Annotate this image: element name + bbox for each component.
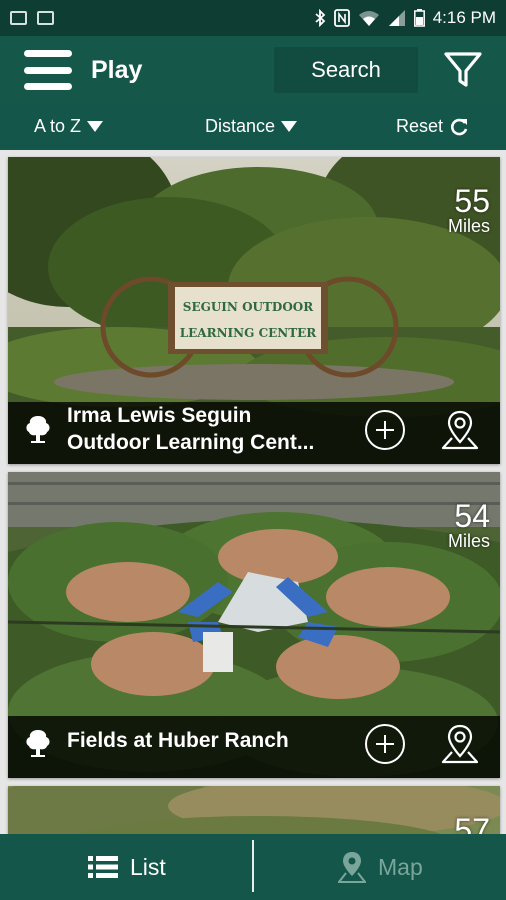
- distance-badge: 57: [454, 814, 490, 834]
- place-photo: [8, 786, 500, 834]
- caret-down-icon: [281, 121, 298, 132]
- signal-icon: [388, 10, 405, 26]
- distance-badge: 55 Miles: [448, 185, 490, 235]
- place-name-line1: Irma Lewis Seguin: [67, 404, 252, 427]
- app-bar: Play Search: [0, 36, 506, 104]
- sort-distance-dropdown[interactable]: Distance: [205, 116, 298, 137]
- sort-distance-label: Distance: [205, 116, 276, 136]
- map-pin-button[interactable]: [440, 722, 480, 766]
- map-pin-button[interactable]: [440, 408, 480, 452]
- place-card[interactable]: 57: [8, 786, 500, 834]
- bottom-nav: List Map: [0, 834, 506, 900]
- menu-icon-line: [24, 66, 72, 74]
- place-card[interactable]: 54 Miles Fields at Huber Ranch: [8, 472, 500, 778]
- place-list[interactable]: SEGUIN OUTDOOR LEARNING CENTER 55 Miles …: [0, 150, 506, 834]
- distance-value: 57: [454, 812, 490, 834]
- distance-unit: Miles: [447, 216, 490, 236]
- reset-label: Reset: [396, 116, 444, 136]
- tree-icon: [26, 730, 50, 757]
- place-name-line2: Outdoor Learning Cent...: [67, 431, 315, 454]
- app-notification-icon: [37, 11, 54, 25]
- distance-unit: Miles: [447, 531, 490, 551]
- menu-button[interactable]: [24, 50, 72, 90]
- sign-line-1: SEGUIN OUTDOOR: [183, 300, 314, 314]
- search-button[interactable]: Search: [274, 47, 418, 93]
- status-time: 4:16 PM: [432, 8, 496, 27]
- status-bar: 4:16 PM: [0, 0, 506, 36]
- bluetooth-icon: [315, 9, 326, 27]
- sort-bar: A to Z Distance Reset: [0, 104, 506, 150]
- tab-divider: [252, 840, 254, 892]
- add-button[interactable]: [365, 724, 405, 764]
- refresh-icon: [451, 118, 468, 135]
- battery-icon: [413, 9, 425, 27]
- page-title: Play: [91, 56, 143, 84]
- gallery-notification-icon: [10, 11, 27, 25]
- filter-icon: [444, 52, 482, 87]
- place-name: Irma Lewis Seguin Outdoor Learning Cent.…: [67, 402, 314, 456]
- list-icon: [88, 856, 118, 878]
- distance-value: 54: [454, 498, 490, 534]
- place-name: Fields at Huber Ranch: [67, 729, 289, 752]
- tab-map-label: Map: [378, 853, 423, 880]
- nfc-icon: [333, 9, 350, 27]
- tab-list[interactable]: List: [88, 834, 166, 900]
- filter-button[interactable]: [443, 50, 483, 90]
- place-card[interactable]: SEGUIN OUTDOOR LEARNING CENTER 55 Miles …: [8, 157, 500, 464]
- caret-down-icon: [87, 121, 104, 132]
- add-button[interactable]: [365, 410, 405, 450]
- sort-alpha-dropdown[interactable]: A to Z: [34, 116, 104, 137]
- reset-button[interactable]: Reset: [396, 116, 469, 137]
- distance-badge: 54 Miles: [448, 500, 490, 550]
- wifi-icon: [358, 11, 379, 26]
- tab-list-label: List: [130, 853, 166, 880]
- distance-value: 55: [454, 183, 490, 219]
- tab-map[interactable]: Map: [338, 834, 423, 900]
- sign-line-2: LEARNING CENTER: [180, 326, 318, 340]
- menu-icon-line: [24, 50, 72, 57]
- sort-alpha-label: A to Z: [34, 116, 82, 136]
- map-pin-icon: [338, 852, 366, 883]
- tree-icon: [26, 416, 50, 443]
- menu-icon-line: [24, 83, 72, 90]
